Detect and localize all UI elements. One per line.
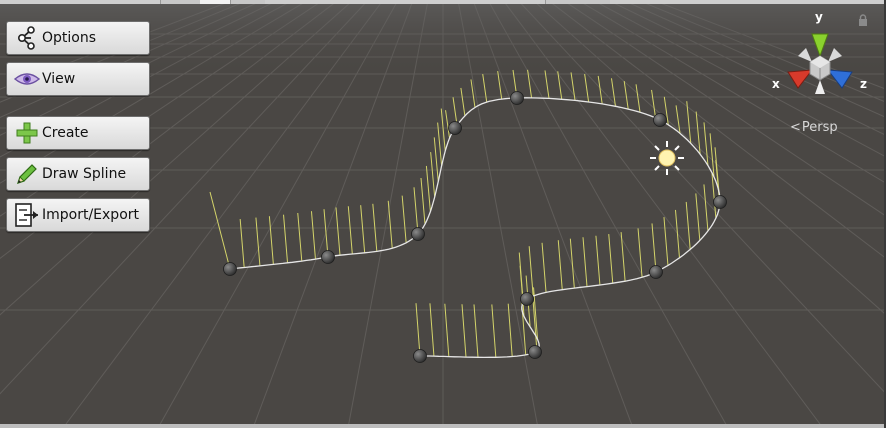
view-label: View <box>42 71 76 87</box>
draw-spline-label: Draw Spline <box>42 166 127 182</box>
tab-strip-segment[interactable] <box>200 0 231 4</box>
import-export-button[interactable]: Import/Export <box>6 198 150 232</box>
lock-icon[interactable] <box>858 14 868 26</box>
gizmo-x-label[interactable]: x <box>772 77 780 91</box>
control-point[interactable] <box>321 250 335 264</box>
control-point[interactable] <box>653 113 667 127</box>
share-nodes-icon <box>14 25 40 51</box>
control-point[interactable] <box>649 265 663 279</box>
projection-label: Persp <box>801 120 838 135</box>
pencil-icon <box>14 161 40 187</box>
gizmo-y-label[interactable]: y <box>815 10 823 24</box>
projection-toggle[interactable]: <Persp <box>790 120 838 135</box>
create-label: Create <box>42 125 89 141</box>
control-point[interactable] <box>713 195 727 209</box>
control-point[interactable] <box>448 121 462 135</box>
scene-viewport[interactable]: y x z <Persp Options View Create Draw Sp… <box>0 0 886 428</box>
plus-icon <box>14 120 40 146</box>
control-point[interactable] <box>411 227 425 241</box>
options-label: Options <box>42 30 97 46</box>
create-button[interactable]: Create <box>6 116 150 150</box>
options-button[interactable]: Options <box>6 21 150 55</box>
tab-strip-segment[interactable] <box>610 0 886 4</box>
import-export-label: Import/Export <box>42 207 140 223</box>
gizmo-z-label[interactable]: z <box>860 77 867 91</box>
control-point[interactable] <box>223 262 237 276</box>
tab-strip-segment[interactable] <box>0 0 161 4</box>
directional-light-icon[interactable] <box>650 141 684 175</box>
control-point[interactable] <box>413 349 427 363</box>
control-point[interactable] <box>528 345 542 359</box>
view-button[interactable]: View <box>6 62 150 96</box>
top-tab-strip <box>0 0 886 4</box>
eye-icon <box>14 66 40 92</box>
import-export-icon <box>14 202 40 228</box>
tab-strip-segment[interactable] <box>265 0 546 4</box>
control-point[interactable] <box>520 292 534 306</box>
chevron-left-icon: < <box>790 120 801 135</box>
draw-spline-button[interactable]: Draw Spline <box>6 157 150 191</box>
bottom-edge-strip <box>0 424 886 428</box>
control-point[interactable] <box>510 91 524 105</box>
